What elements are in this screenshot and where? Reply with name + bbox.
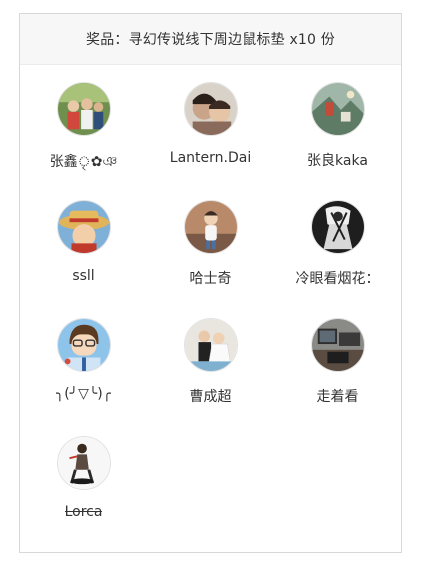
group-photo-avatar[interactable] xyxy=(56,82,111,136)
winner-card[interactable]: Lorca xyxy=(20,436,147,554)
winner-card[interactable]: Lantern.Dai xyxy=(147,82,274,200)
winner-name: 走着看 xyxy=(316,389,359,405)
child-photo-avatar[interactable] xyxy=(183,200,238,254)
winner-card[interactable]: 哈士奇 xyxy=(147,200,274,318)
winner-name: Lorca xyxy=(64,504,103,520)
cartoon-boy-avatar[interactable] xyxy=(56,318,111,372)
winner-card[interactable]: 张良kaka xyxy=(274,82,401,200)
winner-card[interactable]: 曹成超 xyxy=(147,318,274,436)
winners-panel: 奖品：寻幻传说线下周边鼠标垫 x10 份 张鑫ৃ✿ঞ Lantern.Dai 张… xyxy=(19,13,402,553)
winner-card[interactable]: ssll xyxy=(20,200,147,318)
wedding-photo-avatar[interactable] xyxy=(183,318,238,372)
winner-name: 张鑫ৃ✿ঞ xyxy=(49,154,118,170)
winner-name: Lantern.Dai xyxy=(169,150,252,166)
prize-title: 奖品：寻幻传说线下周边鼠标垫 x10 份 xyxy=(20,14,401,65)
winner-name: ╮(╯▽╰)╭ xyxy=(55,386,112,402)
winner-card[interactable]: 走着看 xyxy=(274,318,401,436)
winner-card[interactable]: ╮(╯▽╰)╭ xyxy=(20,318,147,436)
straw-hat-anime-avatar[interactable] xyxy=(56,200,111,254)
winners-grid: 张鑫ৃ✿ঞ Lantern.Dai 张良kaka ssll 哈士奇 冷眼看烟花：… xyxy=(20,65,401,554)
couple-photo-avatar[interactable] xyxy=(183,82,238,136)
painting-avatar[interactable] xyxy=(310,82,365,136)
winner-card[interactable]: 冷眼看烟花： xyxy=(274,200,401,318)
sketch-figure-avatar[interactable] xyxy=(56,436,111,490)
winner-name: 哈士奇 xyxy=(189,271,232,287)
winner-card[interactable]: 张鑫ৃ✿ঞ xyxy=(20,82,147,200)
winner-name: ssll xyxy=(72,268,95,284)
office-photo-avatar[interactable] xyxy=(310,318,365,372)
winner-name: 冷眼看烟花： xyxy=(295,271,380,287)
winner-name: 张良kaka xyxy=(307,153,368,169)
ink-sketch-avatar[interactable] xyxy=(310,200,365,254)
winner-name: 曹成超 xyxy=(189,389,232,405)
